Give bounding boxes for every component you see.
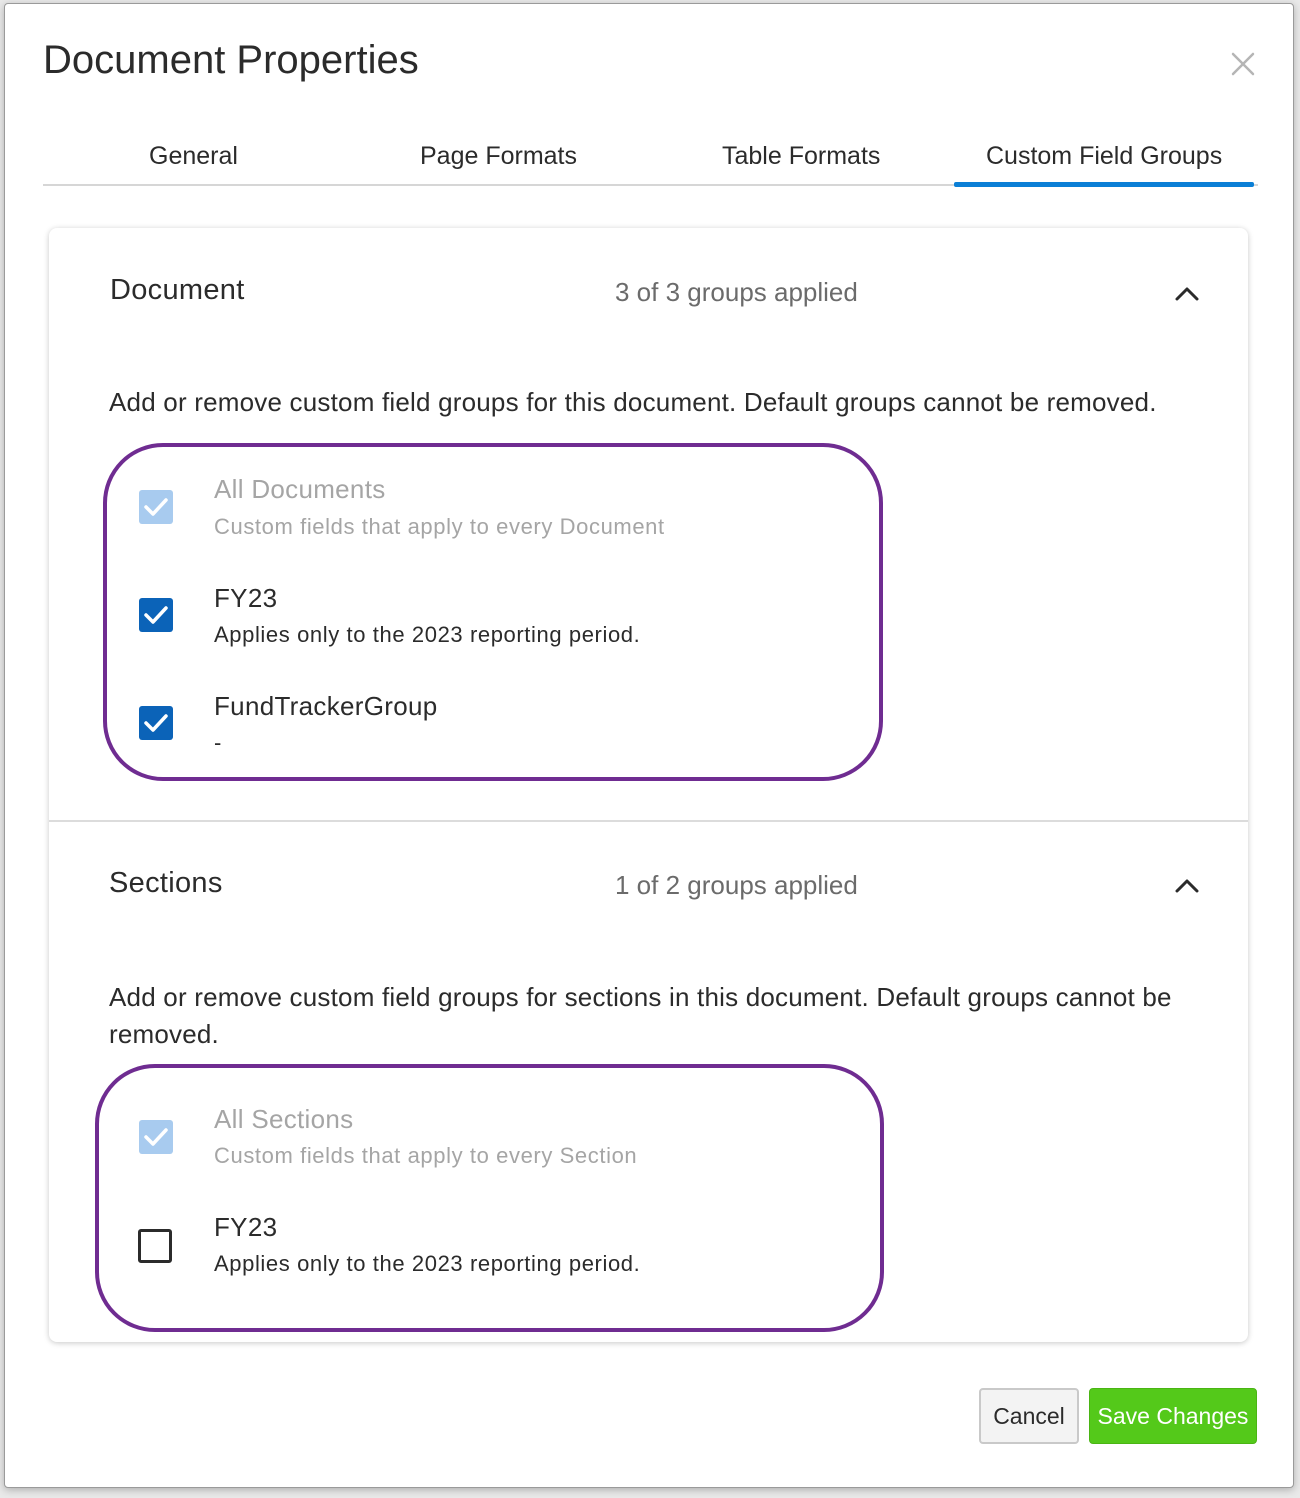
chevron-up-icon[interactable] xyxy=(1173,284,1201,304)
group-name-fundtrackergroup: FundTrackerGroup xyxy=(214,691,438,721)
tab-table-formats[interactable]: Table Formats xyxy=(722,142,880,182)
checkbox-fundtrackergroup[interactable] xyxy=(139,706,173,740)
group-description-fy23-sections: Applies only to the 2023 reporting perio… xyxy=(214,1251,641,1276)
checkbox-fy23-document[interactable] xyxy=(139,598,173,632)
group-description-fundtrackergroup: - xyxy=(214,730,222,755)
tab-bar: General Page Formats Table Formats Custo… xyxy=(43,132,1258,187)
checkbox-all-sections xyxy=(139,1120,173,1154)
checkbox-fy23-sections[interactable] xyxy=(138,1229,172,1263)
chevron-up-icon[interactable] xyxy=(1173,876,1201,896)
dialog-title: Document Properties xyxy=(43,38,419,82)
group-name-all-sections: All Sections xyxy=(214,1104,354,1134)
sections-section-title: Sections xyxy=(109,867,223,899)
group-description-fy23-document: Applies only to the 2023 reporting perio… xyxy=(214,622,641,647)
tab-general[interactable]: General xyxy=(149,142,238,182)
close-icon[interactable] xyxy=(1225,46,1261,82)
sections-groups-count: 1 of 2 groups applied xyxy=(615,870,858,900)
group-name-fy23-document: FY23 xyxy=(214,583,278,613)
tab-page-formats[interactable]: Page Formats xyxy=(420,142,577,182)
custom-field-groups-card: Document 3 of 3 groups applied Add or re… xyxy=(49,228,1248,1342)
group-description-all-sections: Custom fields that apply to every Sectio… xyxy=(214,1143,638,1168)
save-changes-button[interactable]: Save Changes xyxy=(1089,1388,1257,1444)
document-section-title: Document xyxy=(110,274,245,306)
cancel-button[interactable]: Cancel xyxy=(979,1388,1079,1444)
group-name-all-documents: All Documents xyxy=(214,474,386,504)
document-section-description: Add or remove custom field groups for th… xyxy=(109,387,1157,417)
checkbox-all-documents xyxy=(139,490,173,524)
group-description-all-documents: Custom fields that apply to every Docume… xyxy=(214,514,665,539)
section-divider xyxy=(49,820,1248,822)
document-properties-dialog: Document Properties General Page Formats… xyxy=(4,3,1294,1488)
tab-custom-field-groups[interactable]: Custom Field Groups xyxy=(953,142,1255,187)
group-name-fy23-sections: FY23 xyxy=(214,1212,278,1242)
document-groups-count: 3 of 3 groups applied xyxy=(615,277,858,307)
sections-section-description: Add or remove custom field groups for se… xyxy=(109,982,1172,1049)
